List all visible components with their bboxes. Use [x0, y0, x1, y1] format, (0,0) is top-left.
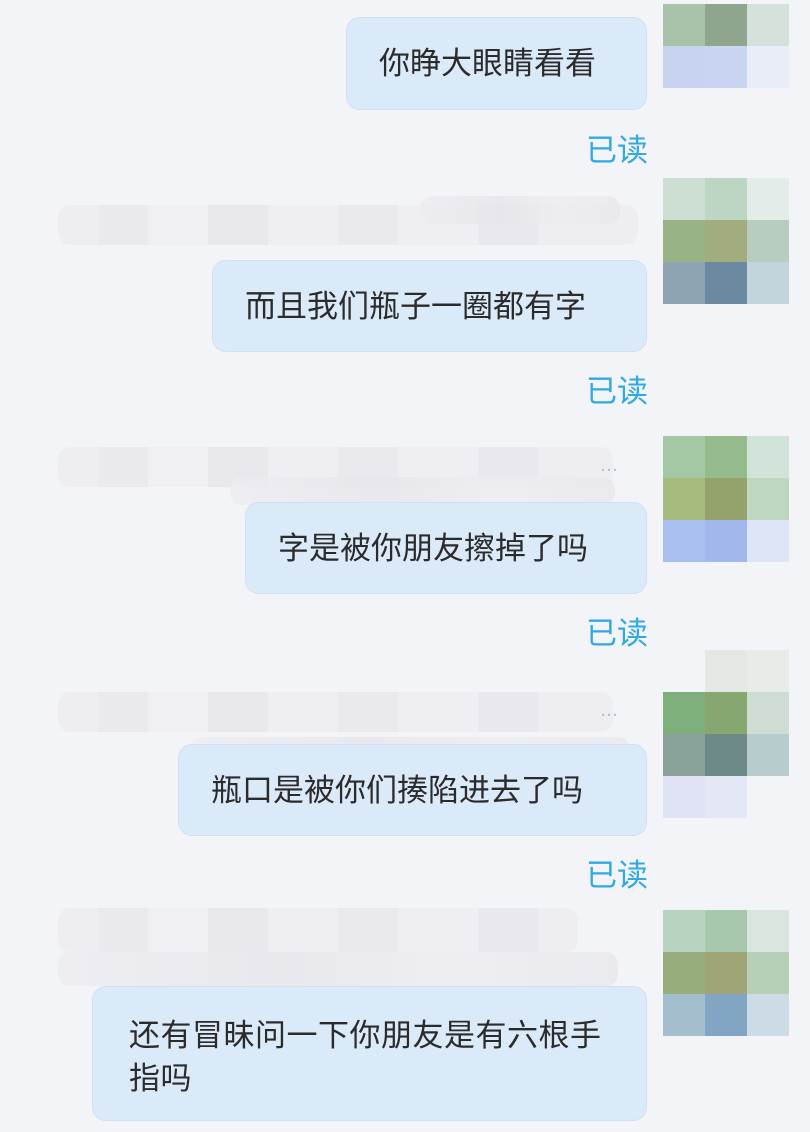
- message-text: 你睁大眼睛看看: [379, 46, 596, 82]
- quoted-message-blurred-fragment: [230, 477, 615, 505]
- message-bubble[interactable]: 字是被你朋友擦掉了吗: [245, 502, 647, 594]
- message-bubble[interactable]: 你睁大眼睛看看: [346, 17, 647, 110]
- quoted-message-blurred-fragment: [420, 196, 620, 224]
- avatar[interactable]: [663, 436, 789, 562]
- message-text: 而且我们瓶子一圈都有字: [245, 289, 586, 325]
- chat-thread: 你睁大眼睛看看 已读 而且我们瓶子一圈都有字 已读 … 字是被你朋友擦掉了吗 已…: [0, 0, 810, 1132]
- read-status: 已读: [586, 858, 648, 894]
- message-bubble[interactable]: 还有冒昧问一下你朋友是有六根手指吗: [92, 986, 647, 1121]
- message-bubble[interactable]: 瓶口是被你们揍陷进去了吗: [178, 744, 647, 836]
- avatar[interactable]: [663, 650, 789, 818]
- message-text: 瓶口是被你们揍陷进去了吗: [211, 773, 583, 809]
- quoted-message-blurred: [58, 692, 613, 732]
- read-status: 已读: [586, 616, 648, 652]
- quoted-message-ellipsis: …: [600, 455, 621, 476]
- quoted-message-blurred-fragment: [58, 952, 618, 986]
- read-status: 已读: [586, 133, 648, 169]
- read-status: 已读: [586, 374, 648, 410]
- message-text: 还有冒昧问一下你朋友是有六根手指吗: [129, 1018, 602, 1097]
- message-bubble[interactable]: 而且我们瓶子一圈都有字: [212, 260, 647, 352]
- avatar[interactable]: [663, 910, 789, 1036]
- message-text: 字是被你朋友擦掉了吗: [278, 531, 588, 567]
- quoted-message-ellipsis: …: [600, 700, 621, 721]
- quoted-message-blurred: [58, 908, 578, 952]
- avatar[interactable]: [663, 178, 789, 304]
- avatar[interactable]: [663, 4, 789, 88]
